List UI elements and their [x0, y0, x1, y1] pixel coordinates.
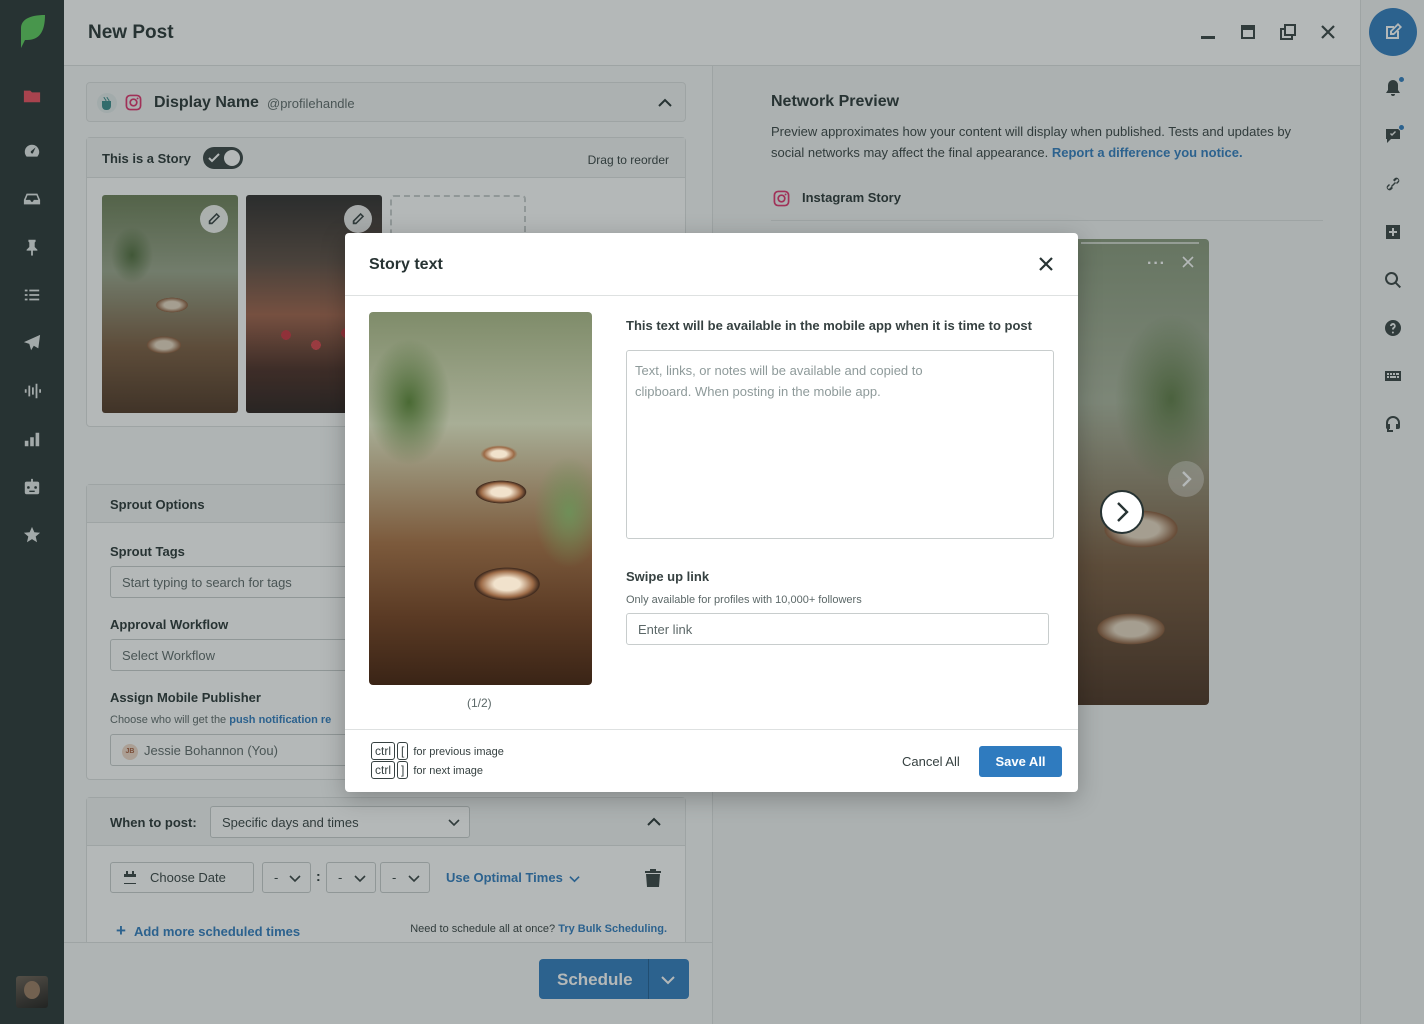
chevron-right-icon[interactable] [1100, 490, 1144, 534]
next-hint-text: for next image [413, 765, 484, 777]
swipe-up-link-input[interactable] [626, 613, 1049, 645]
story-text-instruction: This text will be available in the mobil… [626, 318, 1032, 333]
save-all-button[interactable]: Save All [979, 746, 1062, 777]
bracket-right-key: ] [397, 761, 409, 779]
next-shortcut-hint: ctrl] for next image [371, 761, 483, 779]
story-text-dialog: Story text (1/2) This text will be avail… [345, 233, 1078, 792]
swipe-up-label: Swipe up link [626, 569, 710, 584]
image-counter: (1/2) [467, 696, 492, 710]
bracket-left-key: [ [397, 742, 409, 760]
dialog-header: Story text [345, 233, 1078, 296]
dialog-title: Story text [369, 256, 443, 273]
story-image-preview [369, 312, 592, 685]
prev-shortcut-hint: ctrl[ for previous image [371, 742, 504, 760]
ctrl-key: ctrl [371, 742, 395, 760]
dialog-footer: ctrl[ for previous image ctrl] for next im… [345, 729, 1078, 792]
close-icon[interactable] [1034, 252, 1058, 276]
swipe-up-hint: Only available for profiles with 10,000+… [626, 594, 862, 606]
ctrl-key: ctrl [371, 761, 395, 779]
cancel-all-button[interactable]: Cancel All [902, 754, 960, 769]
prev-hint-text: for previous image [413, 746, 504, 758]
story-text-input[interactable] [626, 350, 1054, 539]
